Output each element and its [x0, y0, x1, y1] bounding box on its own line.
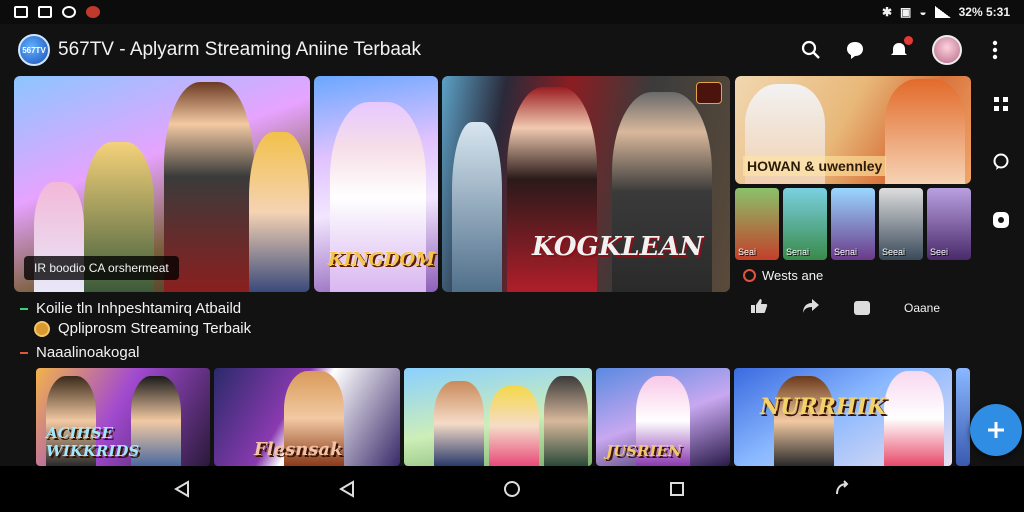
back-triangle-icon[interactable] — [171, 478, 193, 500]
side-section-label: Wests ane — [743, 268, 823, 283]
hero-logo-right: KOGKLEAN — [532, 232, 704, 262]
chat-icon[interactable] — [844, 39, 866, 61]
app-icon — [86, 6, 100, 18]
status-left-icons — [14, 6, 100, 18]
mini-thumb[interactable]: Senai — [783, 188, 827, 260]
anime-thumb[interactable]: ACIHSE WIKKRIDS — [36, 368, 210, 466]
app-bar: 567TV 567TV - Aplyarm Streaming Aniine T… — [0, 24, 1024, 76]
status-bar: ✱ ▣ ◒ 32% 5:31 — [0, 0, 1024, 24]
anime-thumb-title: NURRHIK — [760, 394, 887, 420]
image-icon — [14, 6, 28, 18]
row-heading-3: Naaalinoakogal — [20, 344, 139, 361]
back-icon[interactable] — [336, 478, 358, 500]
search-icon[interactable] — [800, 39, 822, 61]
avatar[interactable] — [932, 35, 962, 65]
app-actions — [800, 35, 1006, 65]
like-icon[interactable] — [750, 298, 768, 317]
anime-thumb-title: ACIHSE WIKKRIDS — [46, 424, 140, 460]
hero-caption: IR boodio CA orshermeat — [24, 256, 179, 280]
share-icon[interactable] — [802, 298, 820, 317]
record-icon[interactable] — [991, 210, 1011, 230]
character-art — [544, 376, 588, 466]
anime-thumb[interactable]: JUSRIEN — [596, 368, 730, 466]
live-dot-icon — [743, 269, 756, 282]
hero-banner[interactable]: IR boodio CA orshermeat KINGDOM KOGKLEAN — [14, 76, 730, 292]
anime-carousel[interactable]: ACIHSE WIKKRIDS Flesnsak JUSRIEN NURRHIK — [36, 368, 972, 466]
featured-side-card[interactable]: HOWAN & uwennley — [735, 76, 971, 184]
mini-thumb-label: Senai — [786, 247, 810, 257]
anime-thumb-title: Flesnsak — [254, 439, 343, 460]
side-card-logo: HOWAN & uwennley — [743, 156, 887, 176]
bookmark-icon[interactable] — [854, 300, 870, 315]
hero-panel-2[interactable]: KINGDOM — [314, 76, 438, 292]
hero-logo-left: KINGDOM — [328, 249, 436, 270]
character-art — [884, 371, 944, 466]
ornament-icon — [62, 6, 76, 18]
mini-thumb-row: Seai Senai Senai Seeai Seei — [735, 188, 971, 260]
character-art — [434, 381, 484, 466]
side-actions: Oaane — [750, 298, 966, 317]
anime-thumb[interactable] — [404, 368, 592, 466]
side-rail — [978, 76, 1024, 456]
mini-thumb-label: Seai — [738, 247, 757, 257]
row-heading-1: Koilie tln Inhpeshtamirq Atbaild — [20, 300, 241, 317]
row-heading-3-text: Naaalinoakogal — [36, 344, 140, 361]
app-title: 567TV - Aplyarm Streaming Aniine Terbaak — [58, 39, 421, 60]
anime-thumb[interactable]: NURRHIK — [734, 368, 952, 466]
signal-icon — [934, 6, 951, 18]
coin-icon — [34, 320, 50, 337]
battery-time-text: 32% 5:31 — [958, 5, 1010, 19]
hero-panel-3[interactable]: KOGKLEAN — [442, 76, 730, 292]
character-art — [612, 92, 712, 292]
gallery-icon — [38, 6, 52, 18]
app-logo[interactable]: 567TV — [18, 34, 50, 66]
mini-thumb-label: Senai — [834, 247, 858, 257]
add-button[interactable] — [970, 404, 1022, 456]
row-heading-2-text: Qpliprosm Streaming Terbaik — [58, 320, 252, 337]
side-label-text: Wests ane — [762, 268, 824, 283]
grid-icon[interactable] — [991, 94, 1011, 114]
hero-panel-1[interactable]: IR boodio CA orshermeat — [14, 76, 310, 292]
mini-thumb[interactable]: Seai — [735, 188, 779, 260]
rating-badge — [696, 82, 722, 104]
green-dash-icon — [20, 307, 28, 310]
character-art — [774, 376, 834, 466]
more-vert-icon[interactable] — [984, 39, 1006, 61]
character-art — [489, 386, 539, 466]
row-heading-2: Qpliprosm Streaming Terbaik — [34, 320, 251, 337]
notification-badge — [904, 36, 913, 45]
status-right: ✱ ▣ ◒ 32% 5:31 — [882, 5, 1010, 19]
bluetooth-icon: ✱ — [881, 5, 893, 19]
mini-thumb[interactable]: Senai — [831, 188, 875, 260]
logo-text: 567TV — [22, 45, 46, 55]
anime-thumb[interactable] — [956, 368, 970, 466]
character-art — [452, 122, 502, 292]
notification-icon[interactable] — [888, 36, 913, 61]
system-nav-bar — [0, 466, 1024, 512]
plus-icon — [988, 422, 1004, 438]
home-icon[interactable] — [501, 478, 523, 500]
character-art — [249, 132, 309, 292]
comment-icon[interactable] — [991, 152, 1011, 172]
mini-thumb-label: Seei — [930, 247, 949, 257]
side-action-text: Oaane — [904, 300, 941, 315]
nfc-icon: ▣ — [900, 5, 912, 19]
mini-thumb[interactable]: Seeai — [879, 188, 923, 260]
character-art — [885, 79, 965, 184]
row-heading-1-text: Koilie tln Inhpeshtamirq Atbaild — [36, 300, 242, 317]
mini-thumb[interactable]: Seei — [927, 188, 971, 260]
mini-thumb-label: Seeai — [882, 247, 906, 257]
wifi-icon: ◒ — [919, 5, 927, 19]
anime-thumb[interactable]: Flesnsak — [214, 368, 400, 466]
recents-icon[interactable] — [666, 478, 688, 500]
red-dash-icon — [20, 351, 28, 354]
rotate-icon[interactable] — [831, 478, 853, 500]
anime-thumb-title: JUSRIEN — [606, 442, 682, 460]
